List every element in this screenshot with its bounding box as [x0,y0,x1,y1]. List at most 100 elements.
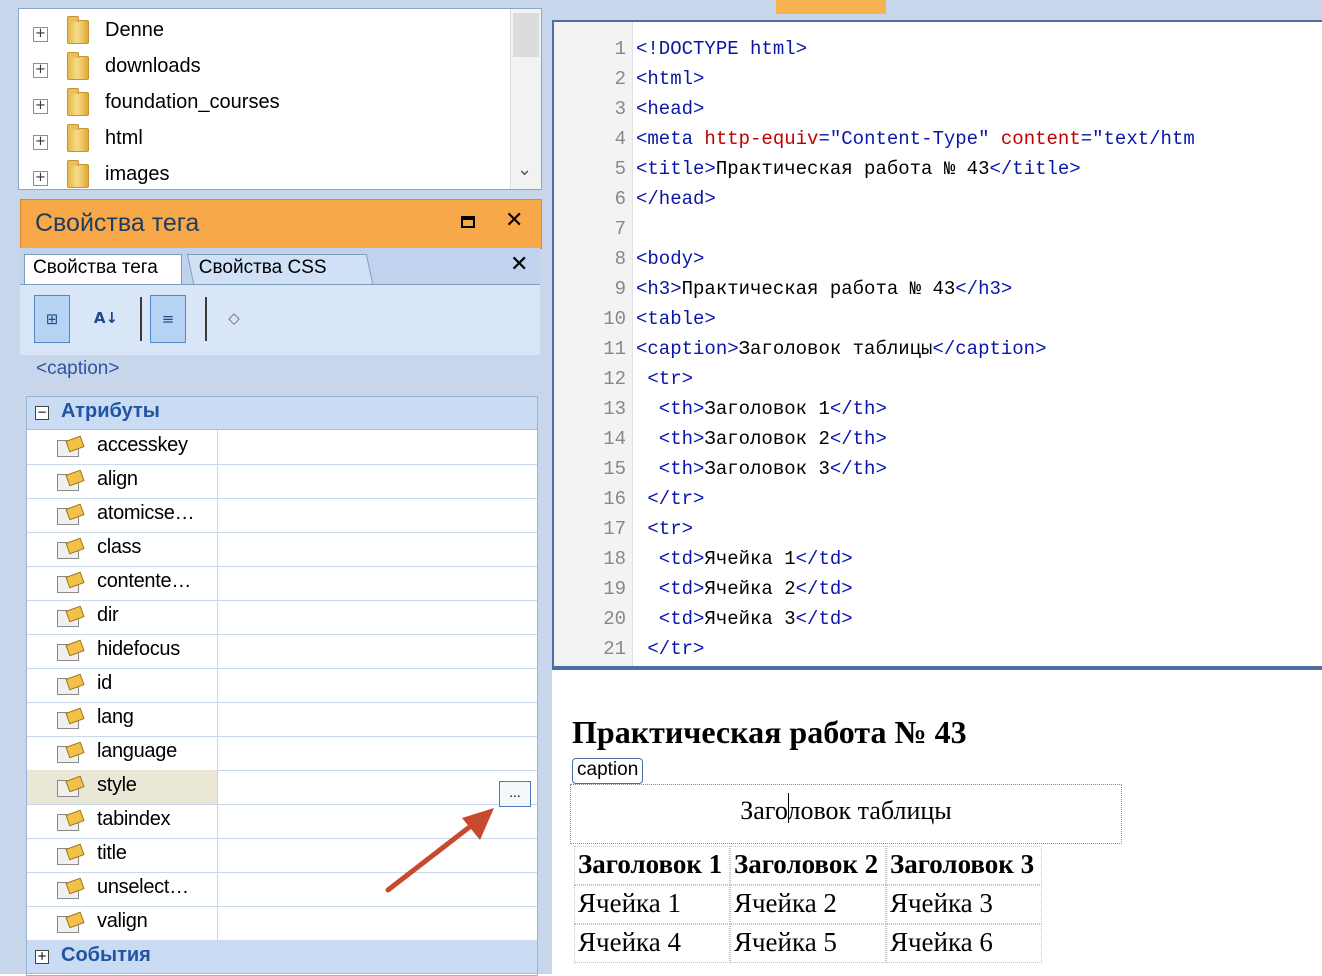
property-name-cell[interactable]: accesskey [27,430,218,464]
property-value-cell[interactable] [219,430,537,464]
tab-tag-properties[interactable]: Свойства тега [24,254,182,284]
tree-item[interactable]: + downloads [19,52,509,89]
property-row[interactable]: class [27,532,537,567]
property-name-cell[interactable]: unselect… [27,872,218,906]
expand-icon[interactable]: + [33,135,48,150]
property-name-cell[interactable]: contente… [27,566,218,600]
code-line[interactable]: <td>Ячейка 2</td> [636,578,853,600]
expand-icon[interactable]: + [33,27,48,42]
property-name-cell[interactable]: id [27,668,218,702]
tree-item[interactable]: + html [19,124,509,161]
preview-table[interactable]: Заголовок 1 Заголовок 2 Заголовок 3 Ячей… [574,846,1042,963]
property-row[interactable]: dir [27,600,537,635]
property-row[interactable]: language [27,736,537,771]
code-line[interactable]: <td>Ячейка 1</td> [636,548,853,570]
expand-icon[interactable]: + [33,99,48,114]
property-value-cell[interactable] [219,702,537,736]
property-row[interactable]: contente… [27,566,537,601]
style-builder-button[interactable]: ... [499,781,531,807]
property-row[interactable]: lang [27,702,537,737]
table-cell[interactable]: Ячейка 1 [574,885,730,924]
code-line[interactable]: <head> [636,98,704,120]
table-cell[interactable]: Ячейка 3 [885,885,1042,924]
property-value-cell[interactable] [219,532,537,566]
table-header-cell[interactable]: Заголовок 1 [574,846,730,885]
collapse-icon[interactable]: − [35,406,49,420]
code-line[interactable]: <meta http-equiv="Content-Type" content=… [636,128,1195,150]
property-row[interactable]: atomicse… [27,498,537,533]
close-icon[interactable]: ✕ [510,252,528,277]
property-value-cell[interactable] [219,600,537,634]
tab-css-properties[interactable]: Свойства CSS [186,254,374,284]
code-editor[interactable]: 1 2 3 4 5 6 7 8 9 10 11 12 13 14 15 16 17 18 19 20 21 <!DOCT… [552,20,1322,668]
set-properties-icon[interactable]: ≡ [150,295,186,343]
code-line[interactable]: </tr> [636,638,704,660]
property-row[interactable]: id [27,668,537,703]
property-name-cell[interactable]: hidefocus [27,634,218,668]
tree-item[interactable]: + foundation_courses [19,88,509,125]
group-events[interactable]: + События [27,941,537,974]
preview-heading[interactable]: Практическая работа № 43 [572,714,967,751]
table-cell[interactable]: Ячейка 5 [729,924,886,963]
code-line[interactable]: <h3>Практическая работа № 43</h3> [636,278,1012,300]
property-value-cell[interactable] [219,464,537,498]
code-line[interactable]: <th>Заголовок 3</th> [636,458,887,480]
property-row[interactable]: align [27,464,537,499]
property-name-cell[interactable]: title [27,838,218,872]
code-line[interactable]: <th>Заголовок 2</th> [636,428,887,450]
chevron-down-icon[interactable]: ⌄ [517,159,532,180]
property-name-cell[interactable]: style [27,770,218,804]
code-line[interactable]: <html> [636,68,704,90]
code-line[interactable]: <title>Практическая работа № 43</title> [636,158,1081,180]
code-line[interactable]: <body> [636,248,704,270]
code-line[interactable]: <!DOCTYPE html> [636,38,807,60]
table-cell[interactable]: Ячейка 6 [885,924,1042,963]
property-value-cell[interactable] [219,770,537,804]
code-line[interactable]: <tr> [636,368,693,390]
expand-icon[interactable]: + [35,950,49,964]
property-row[interactable]: valign [27,906,537,941]
property-name-cell[interactable]: lang [27,702,218,736]
caption-tag-badge[interactable]: caption [572,758,644,784]
property-name-cell[interactable]: dir [27,600,218,634]
property-name-cell[interactable]: align [27,464,218,498]
tree-item[interactable]: + images [19,160,509,189]
file-tree[interactable]: + Denne + downloads + foundation_courses… [18,8,542,190]
expand-icon[interactable]: + [33,171,48,186]
preview-table-caption[interactable]: Заголовок таблицы [570,784,1122,844]
table-cell[interactable]: Ячейка 4 [574,924,730,963]
alphabetical-sort-icon[interactable]: A↓ [88,295,124,343]
scrollbar-thumb[interactable] [513,13,539,57]
code-line[interactable]: </tr> [636,488,704,510]
property-row[interactable]: accesskey [27,430,537,465]
property-value-cell[interactable] [219,498,537,532]
code-line[interactable]: </head> [636,188,716,210]
property-name-cell[interactable]: class [27,532,218,566]
group-attributes[interactable]: − Атрибуты [27,397,537,430]
tag-properties-icon[interactable]: ◇ [216,295,252,343]
property-value-cell[interactable] [219,634,537,668]
property-name-cell[interactable]: valign [27,906,218,940]
maximize-icon[interactable] [461,216,475,228]
property-name-cell[interactable]: tabindex [27,804,218,838]
active-document-tab[interactable] [776,0,886,14]
code-line[interactable]: <table> [636,308,716,330]
tree-scrollbar[interactable]: ⌄ [510,9,541,189]
expand-icon[interactable]: + [33,63,48,78]
design-preview[interactable]: Практическая работа № 43 caption Заголов… [552,668,1322,976]
tree-item[interactable]: + Denne [19,16,509,53]
code-line[interactable]: <caption>Заголовок таблицы</caption> [636,338,1047,360]
code-line[interactable]: <th>Заголовок 1</th> [636,398,887,420]
table-header-cell[interactable]: Заголовок 2 [729,846,886,885]
categorized-view-icon[interactable]: ⊞ [34,295,70,343]
table-cell[interactable]: Ячейка 2 [729,885,886,924]
table-header-cell[interactable]: Заголовок 3 [885,846,1042,885]
code-line[interactable]: <td>Ячейка 3</td> [636,608,853,630]
property-value-cell[interactable] [219,736,537,770]
property-row[interactable]: hidefocus [27,634,537,669]
close-icon[interactable]: ✕ [505,208,523,233]
code-line[interactable]: <tr> [636,518,693,540]
property-value-cell[interactable] [219,566,537,600]
property-value-cell[interactable] [219,668,537,702]
property-name-cell[interactable]: language [27,736,218,770]
